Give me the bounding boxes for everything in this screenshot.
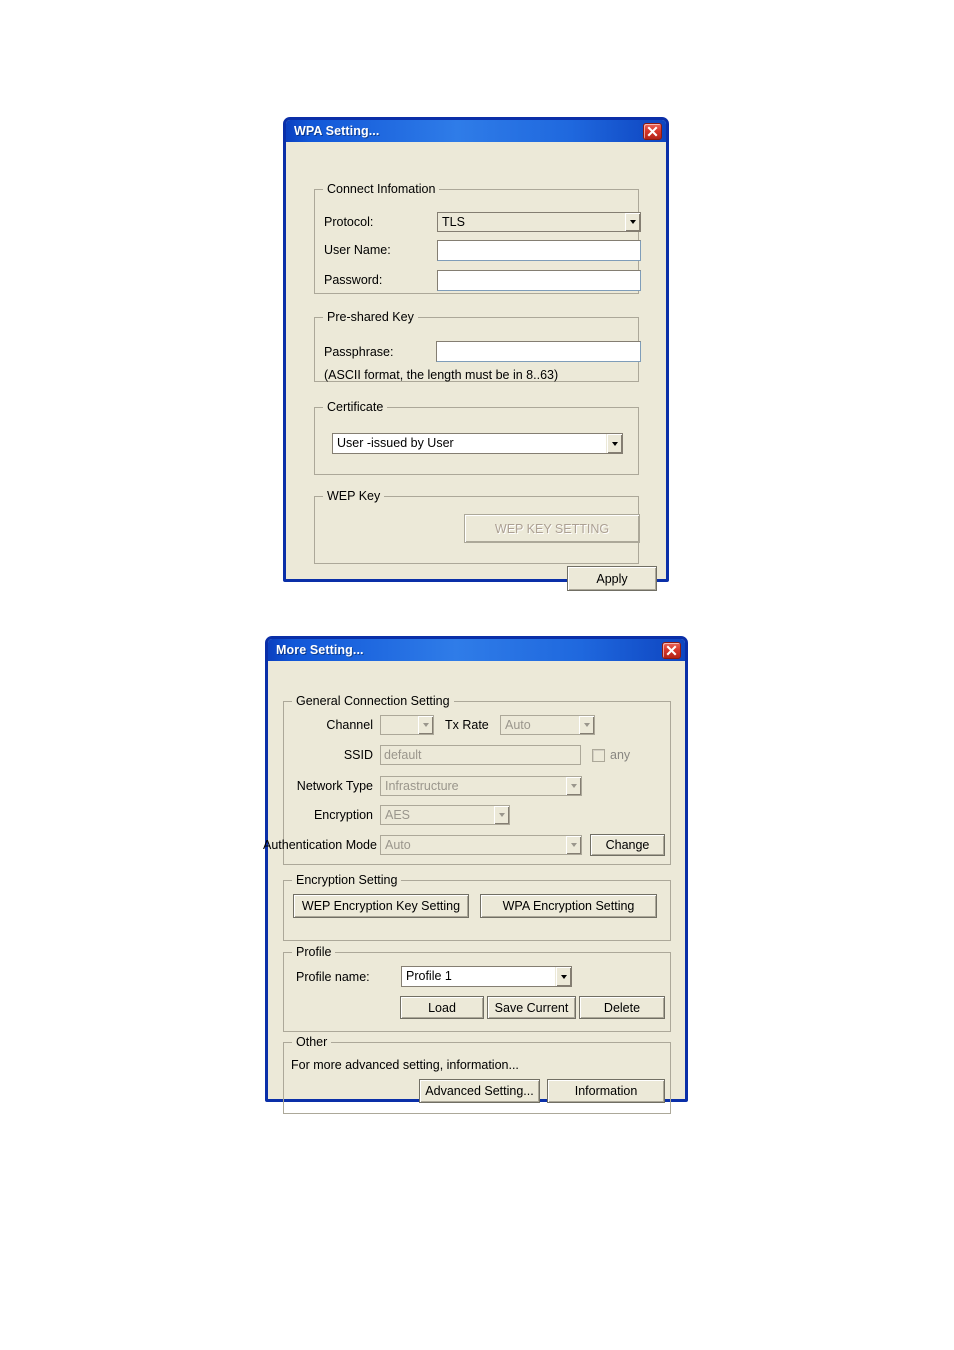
network-type-label: Network Type (296, 779, 373, 793)
passphrase-input[interactable] (436, 341, 641, 362)
wpa-dialog-titlebar[interactable]: WPA Setting... (286, 120, 666, 142)
more-dialog-body: General Connection Setting Channel Tx Ra… (263, 661, 685, 1114)
chevron-down-icon[interactable] (565, 777, 581, 795)
certificate-combo[interactable]: User -issued by User (332, 433, 623, 454)
channel-value (381, 716, 417, 734)
tx-rate-value: Auto (505, 718, 531, 732)
close-icon[interactable] (662, 641, 681, 659)
profile-name-label: Profile name: (296, 970, 370, 984)
network-type-combo[interactable]: Infrastructure (380, 776, 582, 796)
profile-load-button[interactable]: Load (400, 996, 484, 1019)
certificate-value: User -issued by User (337, 436, 454, 450)
other-description: For more advanced setting, information..… (291, 1058, 519, 1072)
wpa-encryption-setting-button[interactable]: WPA Encryption Setting (480, 894, 657, 918)
encryption-setting-legend: Encryption Setting (292, 873, 402, 887)
change-button[interactable]: Change (590, 834, 665, 856)
wep-encryption-key-setting-button[interactable]: WEP Encryption Key Setting (293, 894, 469, 918)
page-canvas: WPA Setting... Connect Infomation Protoc… (0, 0, 954, 1350)
password-label: Password: (324, 273, 383, 287)
certificate-legend: Certificate (323, 400, 388, 414)
wpa-dialog-title: WPA Setting... (294, 124, 380, 138)
chevron-down-icon[interactable] (417, 716, 433, 734)
connect-information-legend: Connect Infomation (323, 182, 440, 196)
profile-delete-button[interactable]: Delete (579, 996, 665, 1019)
other-group: Other (283, 1035, 671, 1114)
encryption-value: AES (385, 808, 411, 822)
more-setting-dialog: More Setting... General Connection Setti… (263, 636, 688, 1114)
ssid-label: SSID (343, 748, 373, 762)
encryption-label: Encryption (313, 808, 373, 822)
password-input[interactable] (437, 270, 641, 291)
apply-button[interactable]: Apply (567, 566, 657, 591)
other-legend: Other (292, 1035, 332, 1049)
wep-key-legend: WEP Key (323, 489, 385, 503)
profile-name-combo[interactable]: Profile 1 (401, 966, 572, 987)
ssid-input[interactable] (380, 745, 581, 765)
tx-rate-label: Tx Rate (445, 718, 489, 732)
wep-key-setting-button[interactable]: WEP KEY SETTING (464, 514, 640, 543)
any-label: any (610, 748, 631, 762)
protocol-label: Protocol: (324, 215, 374, 229)
encryption-combo[interactable]: AES (380, 805, 510, 825)
chevron-down-icon[interactable] (606, 434, 622, 453)
tx-rate-combo[interactable]: Auto (500, 715, 595, 735)
profile-legend: Profile (292, 945, 336, 959)
close-icon[interactable] (643, 122, 662, 140)
authentication-mode-label: Authentication Mode (263, 838, 377, 852)
general-connection-legend: General Connection Setting (292, 694, 454, 708)
wpa-dialog-body: Connect Infomation Protocol: TLS User Na… (286, 142, 666, 591)
chevron-down-icon[interactable] (555, 967, 571, 986)
user-name-input[interactable] (437, 240, 641, 261)
passphrase-hint: (ASCII format, the length must be in 8..… (324, 368, 559, 382)
channel-label: Channel (326, 718, 373, 732)
passphrase-label: Passphrase: (324, 345, 394, 359)
authentication-mode-value: Auto (385, 838, 411, 852)
more-dialog-titlebar[interactable]: More Setting... (268, 639, 685, 661)
chevron-down-icon[interactable] (624, 213, 640, 231)
user-name-label: User Name: (324, 243, 391, 257)
any-checkbox[interactable] (592, 749, 605, 762)
network-type-value: Infrastructure (385, 779, 459, 793)
chevron-down-icon[interactable] (578, 716, 594, 734)
channel-combo[interactable] (380, 715, 434, 735)
authentication-mode-combo[interactable]: Auto (380, 835, 582, 855)
wpa-setting-dialog: WPA Setting... Connect Infomation Protoc… (283, 117, 669, 591)
profile-save-current-button[interactable]: Save Current (487, 996, 576, 1019)
protocol-value: TLS (442, 215, 465, 229)
chevron-down-icon[interactable] (493, 806, 509, 824)
profile-name-value: Profile 1 (406, 969, 452, 983)
advanced-setting-button[interactable]: Advanced Setting... (419, 1079, 540, 1103)
information-button[interactable]: Information (547, 1079, 665, 1103)
protocol-combo[interactable]: TLS (437, 212, 641, 232)
more-dialog-title: More Setting... (276, 643, 364, 657)
profile-group: Profile (283, 945, 671, 1032)
chevron-down-icon[interactable] (565, 836, 581, 854)
pre-shared-key-legend: Pre-shared Key (323, 310, 418, 324)
